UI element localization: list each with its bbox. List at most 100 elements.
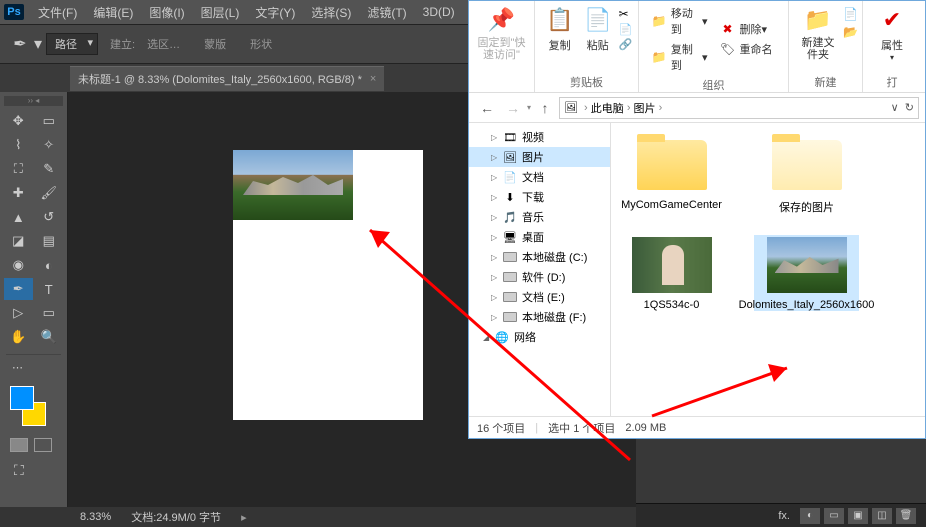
annotation-arrow-2 [642, 356, 812, 426]
gradient-tool[interactable]: ▤ [35, 230, 64, 252]
clipboard-label: 剪贴板 [570, 72, 603, 90]
zoom-tool[interactable]: 🔍 [35, 326, 64, 348]
menu-file[interactable]: 文件(F) [30, 2, 85, 23]
delete-button[interactable]: ✖删除 ▾ [716, 19, 780, 39]
pin-quickaccess[interactable]: 📌 固定到"快速访问" [473, 3, 530, 63]
copy-icon: 📋 [545, 5, 575, 35]
blur-tool[interactable]: ◉ [4, 254, 33, 276]
zoom-level[interactable]: 8.33% [80, 511, 111, 523]
file-item[interactable]: Dolomites_Italy_2560x1600 [754, 235, 859, 311]
doc-info[interactable]: 文档:24.9M/0 字节 [131, 509, 221, 525]
pin-icon: 📌 [487, 5, 517, 35]
back-button[interactable]: ← [475, 96, 499, 120]
cut-icon[interactable]: ✂ [619, 7, 633, 21]
make-mask[interactable]: 蒙版 [194, 34, 236, 54]
shape-tool[interactable]: ▭ [35, 302, 64, 324]
tool-ellipsis[interactable]: ⋯ [4, 361, 63, 374]
panel-ic-1[interactable]: ◐ [800, 508, 820, 524]
up-button[interactable]: ↑ [533, 96, 557, 120]
file-item[interactable]: 保存的图片 [754, 135, 859, 215]
doc-tab[interactable]: 未标题-1 @ 8.33% (Dolomites_Italy_2560x1600… [70, 66, 384, 91]
hand-tool[interactable]: ✋ [4, 326, 33, 348]
make-label: 建立: [110, 36, 135, 52]
heal-tool[interactable]: ✚ [4, 182, 33, 204]
rename-icon: 🏷 [720, 42, 736, 56]
pen-tool-icon: ✒ [8, 32, 32, 56]
move-tool[interactable]: ✥ [4, 110, 33, 132]
address-bar[interactable]: 🖼 › 此电脑 › 图片 › ∨ ↻ [559, 97, 919, 119]
fx-icon[interactable]: fx. [778, 510, 790, 522]
organize-label: 组织 [703, 75, 725, 93]
text-tool[interactable]: T [35, 278, 64, 300]
screen-mode-icon[interactable]: ⛶ [14, 462, 63, 479]
menu-select[interactable]: 选择(S) [303, 2, 359, 23]
close-tab-icon[interactable]: × [370, 73, 376, 85]
move-to-icon: 📁 [652, 14, 667, 28]
paste-icon: 📄 [583, 5, 613, 35]
panel-ic-3[interactable]: ▣ [848, 508, 868, 524]
menu-filter[interactable]: 滤镜(T) [359, 2, 414, 23]
eraser-tool[interactable]: ◪ [4, 230, 33, 252]
wand-tool[interactable]: ✧ [35, 134, 64, 156]
new-folder-icon: 📁 [803, 5, 833, 35]
trash-icon[interactable]: 🗑 [896, 508, 916, 524]
make-selection[interactable]: 选区… [137, 34, 190, 54]
properties-icon: ✔ [877, 5, 907, 35]
paste-shortcut-icon[interactable]: 🔗 [619, 38, 633, 51]
tree-item[interactable]: ▷⬇下载 [469, 187, 610, 207]
open-label: 打 [887, 72, 898, 90]
history-brush-tool[interactable]: ↺ [35, 206, 64, 228]
brush-tool[interactable]: 🖌 [35, 182, 64, 204]
annotation-arrow-1 [350, 210, 650, 470]
foreground-color[interactable] [10, 386, 34, 410]
toolbar-grip[interactable]: ›› ◂ [4, 96, 63, 106]
ps-toolbar: ›› ◂ ✥▭ ⌇✧ ⛶✎ ✚🖌 ▲↺ ◪▤ ◉◐ ✒T ▷▭ ✋🔍 ⋯ ⛶ [0, 92, 68, 507]
menu-type[interactable]: 文字(Y) [247, 2, 303, 23]
ribbon: 📌 固定到"快速访问" 📋 复制 📄 粘贴 ✂ 📄 🔗 [469, 1, 925, 93]
delete-icon: ✖ [720, 22, 736, 36]
dodge-tool[interactable]: ◐ [35, 254, 64, 276]
copy-to-button[interactable]: 📁复制到 ▾ [648, 39, 712, 75]
tree-item[interactable]: ▷🎞视频 [469, 127, 610, 147]
copy-button[interactable]: 📋 复制 [541, 3, 579, 55]
menu-3d[interactable]: 3D(D) [415, 3, 463, 21]
ps-logo: Ps [4, 4, 24, 20]
new-item-icon[interactable]: 📄 [843, 7, 858, 21]
crop-tool[interactable]: ⛶ [4, 158, 33, 180]
rename-button[interactable]: 🏷重命名 [716, 39, 780, 59]
panel-ic-2[interactable]: ▭ [824, 508, 844, 524]
copy-to-icon: 📁 [652, 50, 667, 64]
new-label: 新建 [815, 72, 837, 90]
ps-panels-area [636, 439, 926, 503]
marquee-tool[interactable]: ▭ [35, 110, 64, 132]
doc-tab-title: 未标题-1 @ 8.33% (Dolomites_Italy_2560x1600… [78, 71, 362, 87]
pictures-icon: 🖼 [564, 101, 580, 115]
eyedropper-tool[interactable]: ✎ [35, 158, 64, 180]
menu-edit[interactable]: 编辑(E) [85, 2, 141, 23]
ps-panel-bar: fx. ◐ ▭ ▣ ◫ 🗑 [636, 503, 926, 527]
tree-item[interactable]: ▷📄文档 [469, 167, 610, 187]
nav-bar: ← → ▾ ↑ 🖼 › 此电脑 › 图片 › ∨ ↻ [469, 93, 925, 123]
paste-button[interactable]: 📄 粘贴 [579, 3, 617, 55]
stamp-tool[interactable]: ▲ [4, 206, 33, 228]
menu-image[interactable]: 图像(I) [141, 2, 192, 23]
forward-button[interactable]: → [501, 96, 525, 120]
menu-layer[interactable]: 图层(L) [193, 2, 248, 23]
color-picker[interactable] [10, 386, 50, 426]
placed-image [233, 150, 353, 220]
path-select-tool[interactable]: ▷ [4, 302, 33, 324]
properties-button[interactable]: ✔ 属性 ▾ [873, 3, 911, 64]
new-folder-button[interactable]: 📁 新建文件夹 [793, 3, 843, 63]
new-layer-icon[interactable]: ◫ [872, 508, 892, 524]
copy-path-icon[interactable]: 📄 [619, 23, 633, 36]
standard-mode-icon[interactable] [10, 438, 28, 452]
make-shape[interactable]: 形状 [240, 34, 282, 54]
pen-tool[interactable]: ✒ [4, 278, 33, 300]
move-to-button[interactable]: 📁移动到 ▾ [648, 3, 712, 39]
quickmask-mode-icon[interactable] [34, 438, 52, 452]
easy-access-icon[interactable]: 📂 [843, 25, 858, 39]
file-item[interactable]: MyComGameCenter [619, 135, 724, 215]
tree-item[interactable]: ▷🖼图片 [469, 147, 610, 167]
path-dropdown[interactable]: 路径 [46, 33, 98, 55]
lasso-tool[interactable]: ⌇ [4, 134, 33, 156]
